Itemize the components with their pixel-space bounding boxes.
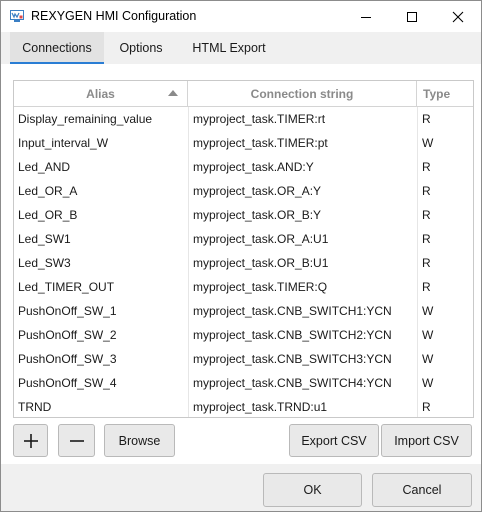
cell-alias[interactable]: Led_SW3 (14, 251, 187, 275)
dialog-footer: OK Cancel (1, 464, 481, 511)
column-header-connection[interactable]: Connection string (188, 81, 417, 106)
cell-type[interactable]: R (417, 275, 473, 299)
column-header-connection-label: Connection string (250, 86, 354, 101)
cell-connection-string[interactable]: myproject_task.AND:Y (188, 155, 417, 179)
table-row[interactable]: PushOnOff_SW_4 myproject_task.CNB_SWITCH4… (14, 371, 473, 395)
close-icon (452, 11, 464, 22)
dialog-window: REXYGEN HMI Configuration Connections Op… (0, 0, 482, 512)
export-csv-button[interactable]: Export CSV (289, 424, 379, 457)
browse-button[interactable]: Browse (104, 424, 175, 457)
cell-connection-string[interactable]: myproject_task.TIMER:pt (188, 131, 417, 155)
window-title: REXYGEN HMI Configuration (31, 9, 197, 23)
cell-connection-string[interactable]: myproject_task.CNB_SWITCH4:YCN (188, 371, 417, 395)
plus-icon (23, 433, 38, 448)
table-row[interactable]: Led_SW3 myproject_task.OR_B:U1 R (14, 251, 473, 275)
cell-type[interactable]: R (417, 227, 473, 251)
table-row[interactable]: Display_remaining_value myproject_task.TI… (14, 107, 473, 131)
column-header-alias[interactable]: Alias (14, 81, 188, 106)
cell-alias[interactable]: Led_AND (14, 155, 187, 179)
cell-alias[interactable]: Led_TIMER_OUT (14, 275, 187, 299)
cell-type[interactable]: R (417, 251, 473, 275)
cell-alias[interactable]: Led_OR_B (14, 203, 187, 227)
cell-type[interactable]: W (417, 371, 473, 395)
cell-type[interactable]: W (417, 347, 473, 371)
export-csv-button-label: Export CSV (301, 433, 367, 448)
minus-icon (69, 439, 84, 442)
cell-connection-string[interactable]: myproject_task.OR_A:U1 (188, 227, 417, 251)
import-csv-button-label: Import CSV (394, 433, 459, 448)
cell-connection-string[interactable]: myproject_task.TRND:u1 (188, 395, 417, 417)
cell-alias[interactable]: Input_interval_W (14, 131, 187, 155)
table-header: Alias Connection string Type (14, 81, 473, 107)
cell-alias[interactable]: PushOnOff_SW_4 (14, 371, 187, 395)
cell-type[interactable]: W (417, 323, 473, 347)
cancel-button-label: Cancel (402, 483, 442, 497)
ok-button-label: OK (303, 483, 322, 497)
maximize-button[interactable] (389, 1, 435, 32)
cell-connection-string[interactable]: myproject_task.OR_B:U1 (188, 251, 417, 275)
column-header-type-label: Type (423, 86, 451, 101)
tab-connections-label: Connections (22, 41, 92, 55)
tab-options[interactable]: Options (105, 32, 177, 64)
cell-connection-string[interactable]: myproject_task.CNB_SWITCH1:YCN (188, 299, 417, 323)
cell-connection-string[interactable]: myproject_task.TIMER:Q (188, 275, 417, 299)
minimize-button[interactable] (343, 1, 389, 32)
table-row[interactable]: Led_AND myproject_task.AND:Y R (14, 155, 473, 179)
cell-alias[interactable]: PushOnOff_SW_1 (14, 299, 187, 323)
cell-connection-string[interactable]: myproject_task.OR_A:Y (188, 179, 417, 203)
tab-connections[interactable]: Connections (10, 32, 104, 64)
ok-button[interactable]: OK (263, 473, 362, 507)
close-button[interactable] (435, 1, 481, 32)
table-row[interactable]: Led_SW1 myproject_task.OR_A:U1 R (14, 227, 473, 251)
cell-type[interactable]: W (417, 131, 473, 155)
cell-type[interactable]: R (417, 203, 473, 227)
cell-type[interactable]: R (417, 395, 473, 417)
cell-type[interactable]: W (417, 299, 473, 323)
minimize-icon (361, 16, 371, 18)
maximize-icon (407, 11, 417, 22)
browse-button-label: Browse (118, 433, 161, 448)
cell-alias[interactable]: PushOnOff_SW_3 (14, 347, 187, 371)
tab-html-export[interactable]: HTML Export (179, 32, 279, 64)
column-header-alias-label: Alias (86, 86, 115, 101)
title-bar[interactable]: REXYGEN HMI Configuration (1, 1, 481, 32)
column-header-type[interactable]: Type (417, 81, 473, 106)
table-row[interactable]: Led_OR_A myproject_task.OR_A:Y R (14, 179, 473, 203)
tab-options-label: Options (119, 41, 163, 55)
table-row[interactable]: Input_interval_W myproject_task.TIMER:pt W (14, 131, 473, 155)
tab-bar: Connections Options HTML Export (1, 32, 481, 64)
cell-alias[interactable]: Led_OR_A (14, 179, 187, 203)
cell-type[interactable]: R (417, 107, 473, 131)
cell-type[interactable]: R (417, 179, 473, 203)
table-row[interactable]: PushOnOff_SW_1 myproject_task.CNB_SWITCH1… (14, 299, 473, 323)
cell-connection-string[interactable]: myproject_task.CNB_SWITCH2:YCN (188, 323, 417, 347)
cell-alias[interactable]: Led_SW1 (14, 227, 187, 251)
table-row[interactable]: TRND myproject_task.TRND:u1 R (14, 395, 473, 417)
remove-row-button[interactable] (58, 424, 95, 457)
import-csv-button[interactable]: Import CSV (381, 424, 472, 457)
tab-html-export-label: HTML Export (192, 41, 266, 55)
cell-alias[interactable]: TRND (14, 395, 187, 417)
sort-ascending-icon (168, 90, 178, 96)
cell-alias[interactable]: Display_remaining_value (14, 107, 187, 131)
table-row[interactable]: Led_TIMER_OUT myproject_task.TIMER:Q R (14, 275, 473, 299)
table-row[interactable]: Led_OR_B myproject_task.OR_B:Y R (14, 203, 473, 227)
rexygen-app-icon (10, 10, 24, 22)
connections-panel: Alias Connection string Type Display_rem… (1, 64, 481, 464)
cell-connection-string[interactable]: myproject_task.OR_B:Y (188, 203, 417, 227)
cell-type[interactable]: R (417, 155, 473, 179)
cell-connection-string[interactable]: myproject_task.TIMER:rt (188, 107, 417, 131)
cancel-button[interactable]: Cancel (372, 473, 472, 507)
cell-alias[interactable]: PushOnOff_SW_2 (14, 323, 187, 347)
table-row[interactable]: PushOnOff_SW_3 myproject_task.CNB_SWITCH3… (14, 347, 473, 371)
cell-connection-string[interactable]: myproject_task.CNB_SWITCH3:YCN (188, 347, 417, 371)
add-row-button[interactable] (13, 424, 48, 457)
table-row[interactable]: PushOnOff_SW_2 myproject_task.CNB_SWITCH2… (14, 323, 473, 347)
connections-table: Alias Connection string Type Display_rem… (13, 80, 474, 418)
